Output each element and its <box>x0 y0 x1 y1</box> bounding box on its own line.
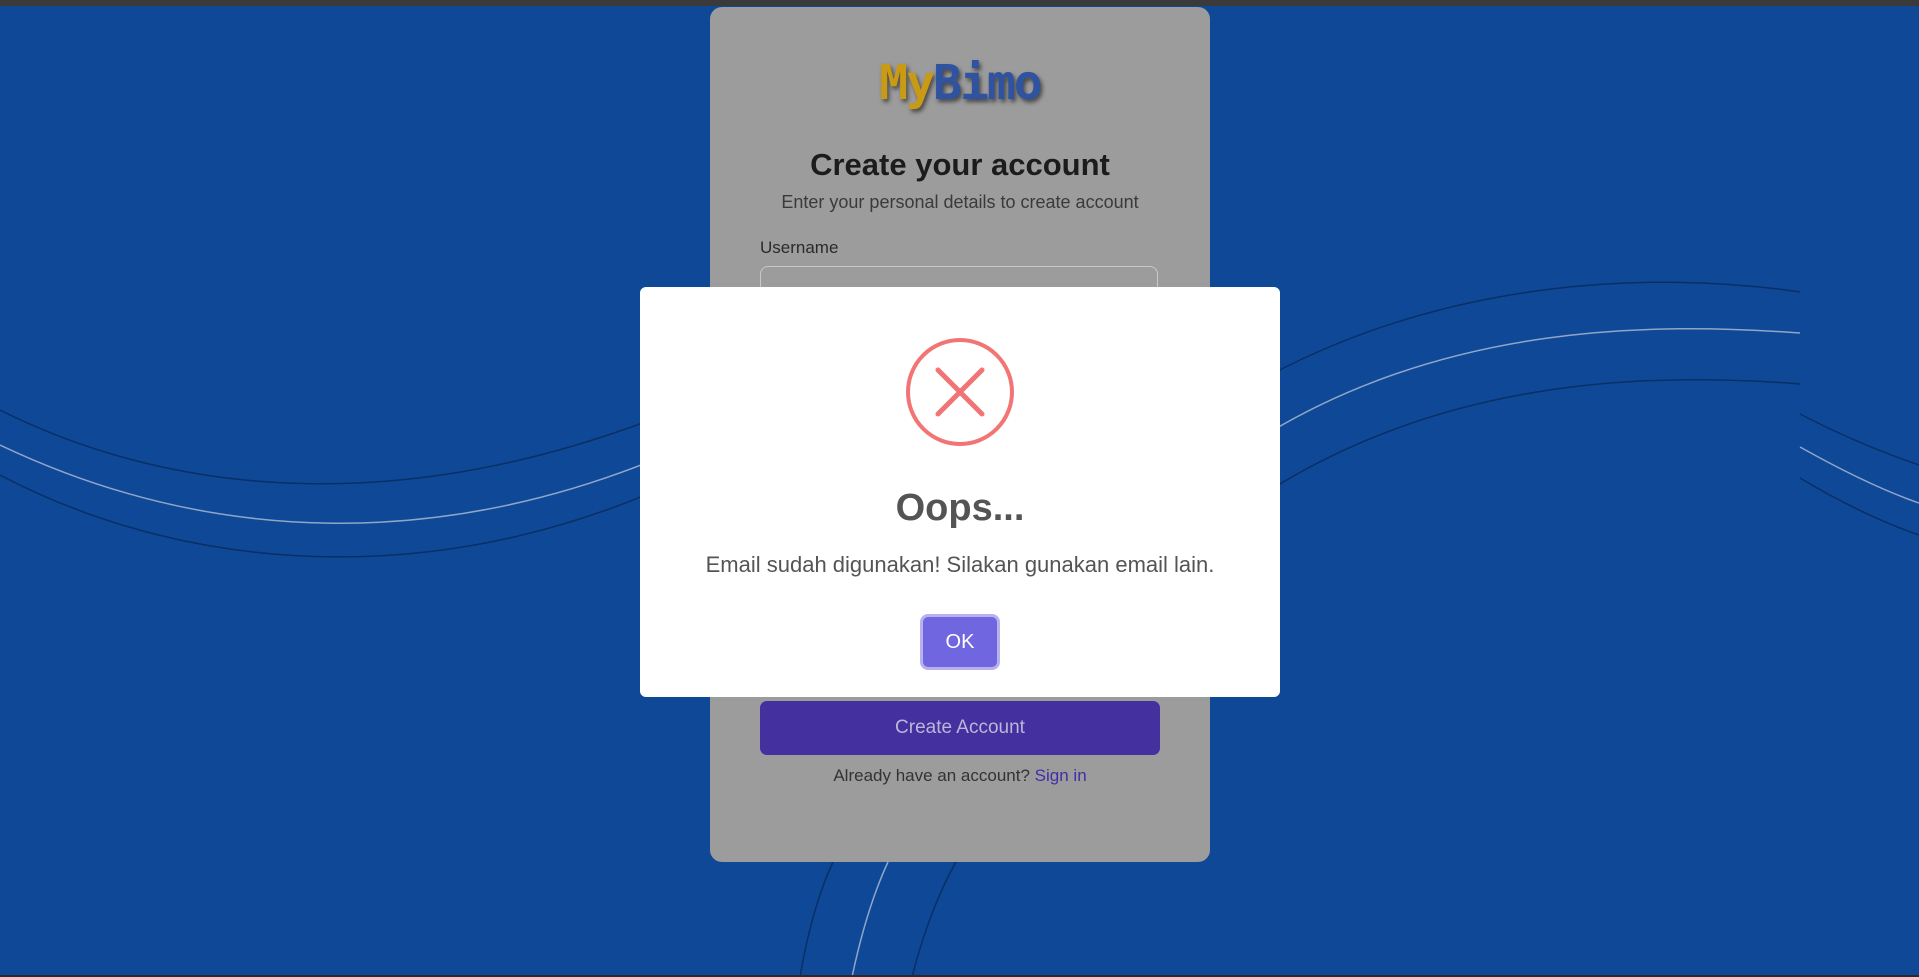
error-dialog: Oops... Email sudah digunakan! Silakan g… <box>640 287 1280 697</box>
dialog-title: Oops... <box>895 487 1025 529</box>
mybimo-logo: MyBimo <box>879 55 1042 111</box>
dialog-message: Email sudah digunakan! Silakan gunakan e… <box>705 552 1215 577</box>
signup-subtitle: Enter your personal details to create ac… <box>781 192 1139 212</box>
ok-button[interactable]: OK <box>923 617 997 667</box>
error-x-icon <box>906 338 1014 446</box>
signin-prompt-text: Already have an account? <box>833 766 1030 785</box>
signup-title: Create your account <box>810 147 1110 182</box>
signin-prompt: Already have an account? Sign in <box>710 766 1210 786</box>
username-label: Username <box>760 238 839 257</box>
create-account-button[interactable]: Create Account <box>760 701 1160 755</box>
signin-link[interactable]: Sign in <box>1035 766 1087 785</box>
